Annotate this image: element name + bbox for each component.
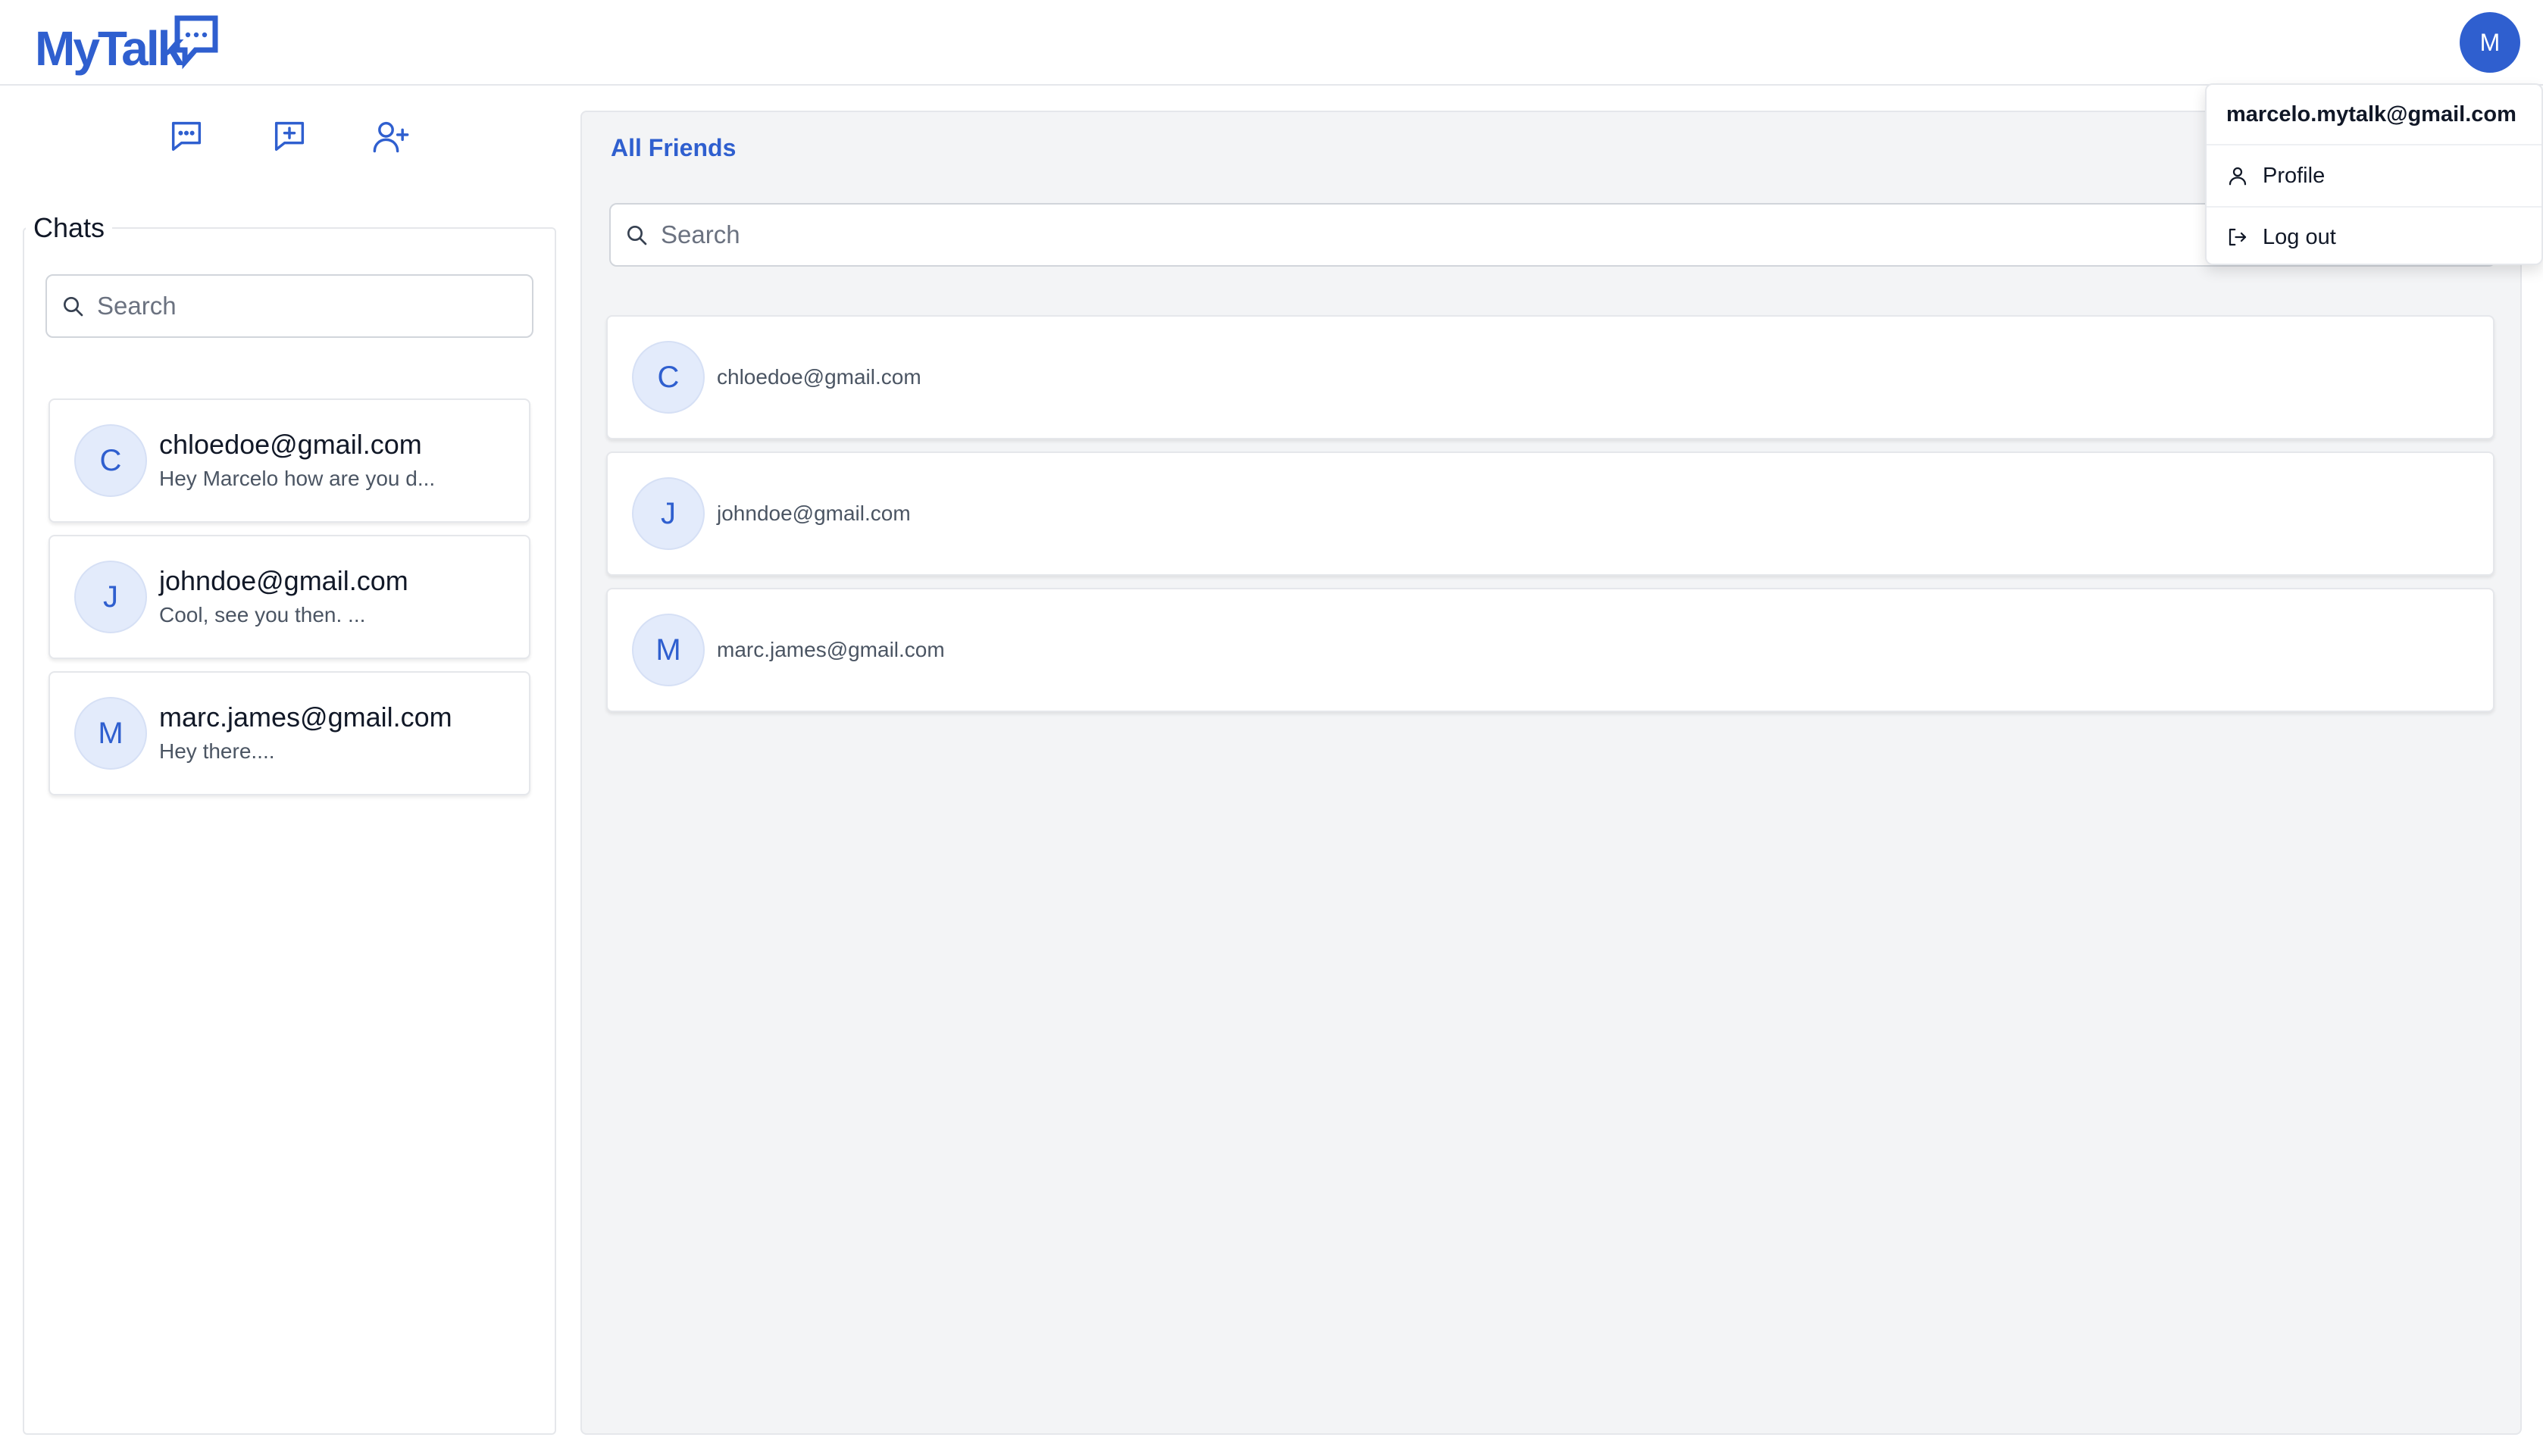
friend-email: chloedoe@gmail.com — [717, 365, 921, 389]
app-page: MyTalk M Chats Search C chloedoe@gmail.c… — [0, 0, 2543, 1456]
chats-title: Chats — [26, 211, 113, 245]
friend-email: marc.james@gmail.com — [717, 638, 945, 661]
friend-list: C chloedoe@gmail.com J johndoe@gmail.com… — [606, 315, 2495, 724]
avatar: C — [632, 341, 705, 414]
friends-panel — [580, 111, 2522, 1435]
add-friend-icon[interactable] — [367, 112, 415, 161]
logout-icon — [2229, 228, 2247, 246]
user-avatar-initial: M — [2479, 28, 2501, 56]
avatar: C — [74, 424, 147, 497]
search-icon — [627, 226, 647, 245]
chat-list-item[interactable]: M marc.james@gmail.com Hey there.... — [48, 671, 530, 795]
chat-name: marc.james@gmail.com — [159, 701, 452, 733]
chat-list-item[interactable]: C chloedoe@gmail.com Hey Marcelo how are… — [48, 398, 530, 523]
avatar: J — [632, 477, 705, 550]
chat-name: johndoe@gmail.com — [159, 565, 408, 596]
chats-search-input[interactable] — [97, 292, 485, 320]
chat-list-item[interactable]: J johndoe@gmail.com Cool, see you then. … — [48, 535, 530, 659]
logo-chat-bubble-icon — [174, 15, 218, 70]
chat-preview: Hey Marcelo how are you d... — [159, 467, 436, 490]
avatar: J — [74, 561, 147, 633]
chats-icon[interactable] — [162, 112, 211, 161]
chat-preview: Hey there.... — [159, 739, 275, 763]
friend-list-item[interactable]: C chloedoe@gmail.com — [606, 315, 2495, 439]
friend-list-item[interactable]: J johndoe@gmail.com — [606, 451, 2495, 576]
mytalk-logo[interactable]: MyTalk — [35, 15, 218, 73]
all-friends-title: All Friends — [611, 134, 737, 161]
sidebar-toolbar — [0, 112, 576, 161]
chats-search[interactable] — [45, 274, 533, 338]
chat-list: C chloedoe@gmail.com Hey Marcelo how are… — [48, 398, 530, 808]
friends-search-input[interactable] — [661, 220, 2168, 249]
chat-preview: Cool, see you then. ... — [159, 603, 366, 626]
profile-menu-item[interactable]: Profile — [2207, 145, 2541, 206]
chat-name: chloedoe@gmail.com — [159, 429, 422, 460]
profile-label: Profile — [2263, 163, 2326, 188]
user-icon — [2229, 167, 2247, 186]
logout-menu-item[interactable]: Log out — [2207, 206, 2541, 267]
user-avatar-button[interactable]: M — [2460, 12, 2520, 73]
search-icon — [64, 297, 83, 317]
friend-list-item[interactable]: M marc.james@gmail.com — [606, 588, 2495, 712]
user-email: marcelo.mytalk@gmail.com — [2207, 85, 2541, 145]
logout-label: Log out — [2263, 224, 2336, 249]
avatar: M — [74, 697, 147, 770]
avatar: M — [632, 614, 705, 686]
user-dropdown-menu: marcelo.mytalk@gmail.com Profile Log out — [2205, 83, 2543, 265]
new-chat-icon[interactable] — [265, 112, 314, 161]
top-header: MyTalk M — [0, 0, 2543, 86]
friend-email: johndoe@gmail.com — [717, 501, 911, 525]
